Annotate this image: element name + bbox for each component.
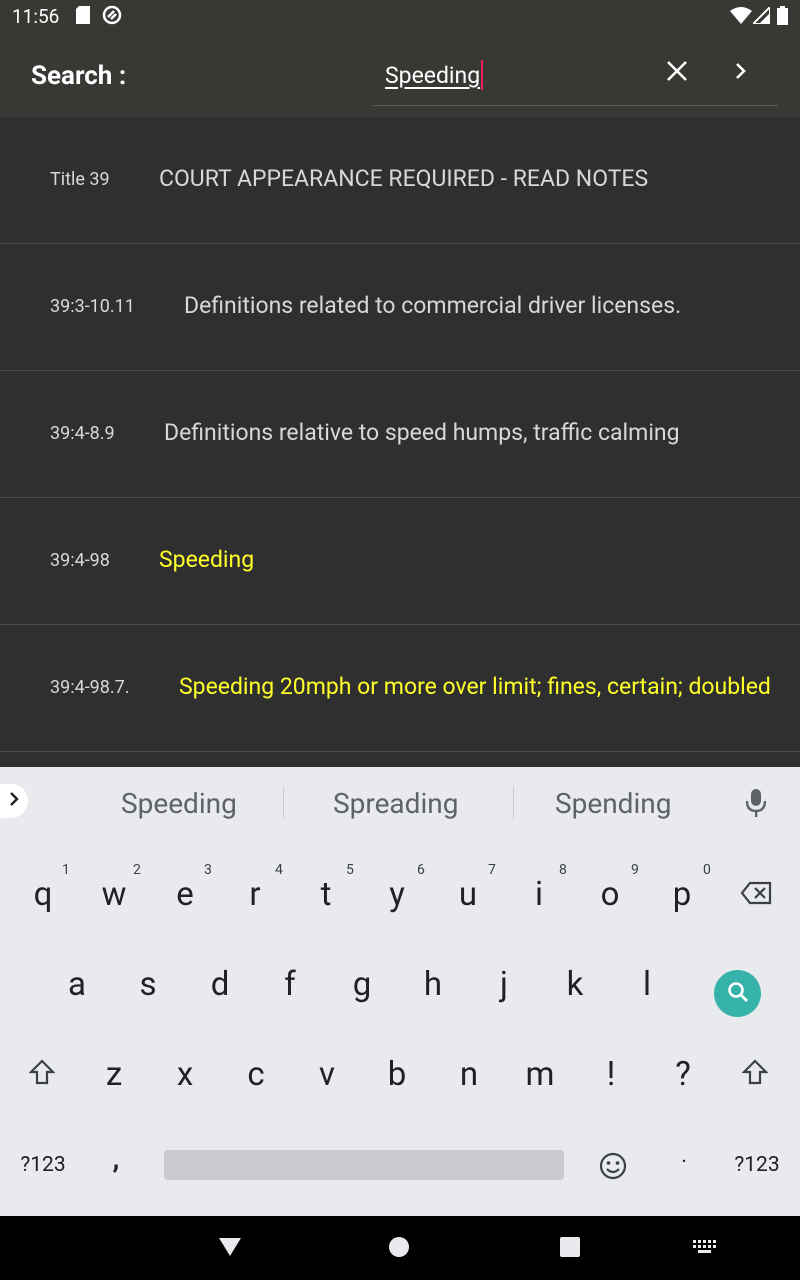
navigation-bar	[0, 1216, 800, 1280]
key-m[interactable]: m	[512, 1040, 568, 1110]
key-x[interactable]: x	[157, 1040, 213, 1110]
backspace-key[interactable]	[728, 860, 784, 930]
key-question[interactable]: ?	[655, 1040, 711, 1110]
key-f[interactable]: f	[262, 950, 318, 1020]
keyboard-switcher-icon[interactable]	[693, 1240, 717, 1260]
statute-title-highlighted: Speeding	[159, 546, 255, 573]
signal-icon	[750, 4, 771, 28]
key-v[interactable]: v	[299, 1040, 355, 1110]
key-hint: 5	[346, 862, 354, 878]
key-hint: 4	[275, 862, 283, 878]
list-item[interactable]: 39:4-98.7. Speeding 20mph or more over l…	[0, 625, 800, 752]
search-label: Search :	[31, 61, 127, 91]
list-item[interactable]: 39:4-8.9 Definitions relative to speed h…	[0, 371, 800, 498]
key-b[interactable]: b	[369, 1040, 425, 1110]
key-hint: 8	[559, 862, 567, 878]
space-bar[interactable]	[164, 1150, 564, 1180]
divider	[513, 787, 514, 819]
key-hint: 7	[488, 862, 496, 878]
key-hint: 1	[62, 862, 70, 878]
statute-title: Definitions related to commercial driver…	[184, 292, 682, 319]
expand-toolbar-button[interactable]	[0, 784, 28, 818]
wifi-icon	[730, 7, 752, 28]
list-item[interactable]: 39:4-98 Speeding	[0, 498, 800, 625]
key-l[interactable]: l	[619, 950, 675, 1020]
key-hint: 0	[703, 862, 711, 878]
close-icon	[666, 60, 688, 86]
key-a[interactable]: a	[49, 950, 105, 1020]
search-key[interactable]	[714, 970, 761, 1017]
key-d[interactable]: d	[192, 950, 248, 1020]
suggestion-1[interactable]: Speeding	[121, 787, 237, 820]
list-item[interactable]: 39:3-10.11 Definitions related to commer…	[0, 244, 800, 371]
text-cursor	[481, 60, 484, 90]
statute-title: COURT APPEARANCE REQUIRED - READ NOTES	[159, 165, 649, 192]
on-screen-keyboard: Speeding Spreading Spending q w e r t y …	[0, 767, 800, 1216]
sd-card-icon	[76, 6, 90, 28]
list-item[interactable]: Title 39 COURT APPEARANCE REQUIRED - REA…	[0, 117, 800, 244]
key-hint: 6	[417, 862, 425, 878]
backspace-icon	[740, 860, 772, 930]
emoji-key[interactable]	[598, 1151, 628, 1185]
search-icon	[726, 980, 750, 1008]
sync-icon	[102, 5, 122, 29]
shift-icon	[28, 1040, 56, 1110]
battery-icon	[777, 6, 788, 29]
statute-code: 39:4-98	[50, 550, 110, 571]
search-input-text[interactable]: Speeding	[385, 60, 484, 90]
key-s[interactable]: s	[120, 950, 176, 1020]
home-icon[interactable]	[388, 1236, 410, 1262]
key-z[interactable]: z	[86, 1040, 142, 1110]
suggestion-2[interactable]: Spreading	[333, 787, 458, 820]
key-k[interactable]: k	[547, 950, 603, 1020]
status-time: 11:56	[12, 5, 60, 28]
period-key[interactable]: ·	[672, 1143, 696, 1183]
submit-search-button[interactable]	[721, 53, 761, 93]
chevron-right-icon	[8, 791, 20, 811]
key-exclamation[interactable]: !	[583, 1040, 639, 1110]
key-o[interactable]: o	[582, 860, 638, 930]
search-input[interactable]: Speeding	[373, 52, 778, 106]
shift-key-right[interactable]	[727, 1040, 783, 1110]
shift-key[interactable]	[14, 1040, 70, 1110]
key-j[interactable]: j	[476, 950, 532, 1020]
microphone-icon[interactable]	[744, 787, 768, 823]
statute-title: Definitions relative to speed humps, tra…	[164, 419, 680, 446]
recents-icon[interactable]	[560, 1237, 580, 1261]
key-h[interactable]: h	[405, 950, 461, 1020]
divider	[283, 787, 284, 819]
results-list: Title 39 COURT APPEARANCE REQUIRED - REA…	[0, 117, 800, 752]
key-hint: 2	[133, 862, 141, 878]
suggestion-strip: Speeding Spreading Spending	[0, 767, 800, 839]
back-icon[interactable]	[218, 1236, 242, 1262]
status-bar: 11:56	[0, 0, 800, 32]
suggestion-3[interactable]: Spending	[555, 787, 671, 820]
shift-icon	[741, 1040, 769, 1110]
search-bar: Search : Speeding	[0, 32, 800, 117]
emoji-icon	[598, 1152, 628, 1185]
symbols-key-right[interactable]: ?123	[722, 1145, 792, 1185]
symbols-key[interactable]: ?123	[8, 1145, 78, 1185]
key-c[interactable]: c	[228, 1040, 284, 1110]
statute-code: 39:4-8.9	[50, 423, 115, 444]
key-hint: 3	[204, 862, 212, 878]
statute-code: 39:4-98.7.	[50, 677, 130, 698]
statute-code: 39:3-10.11	[50, 296, 135, 317]
key-p[interactable]: p	[654, 860, 710, 930]
statute-code: Title 39	[50, 169, 110, 190]
key-hint: 9	[631, 862, 639, 878]
key-n[interactable]: n	[441, 1040, 497, 1110]
statute-title-highlighted: Speeding 20mph or more over limit; fines…	[179, 673, 771, 700]
comma-key[interactable]: ,	[102, 1137, 130, 1181]
chevron-right-icon	[734, 61, 748, 85]
key-g[interactable]: g	[334, 950, 390, 1020]
clear-search-button[interactable]	[657, 53, 697, 93]
